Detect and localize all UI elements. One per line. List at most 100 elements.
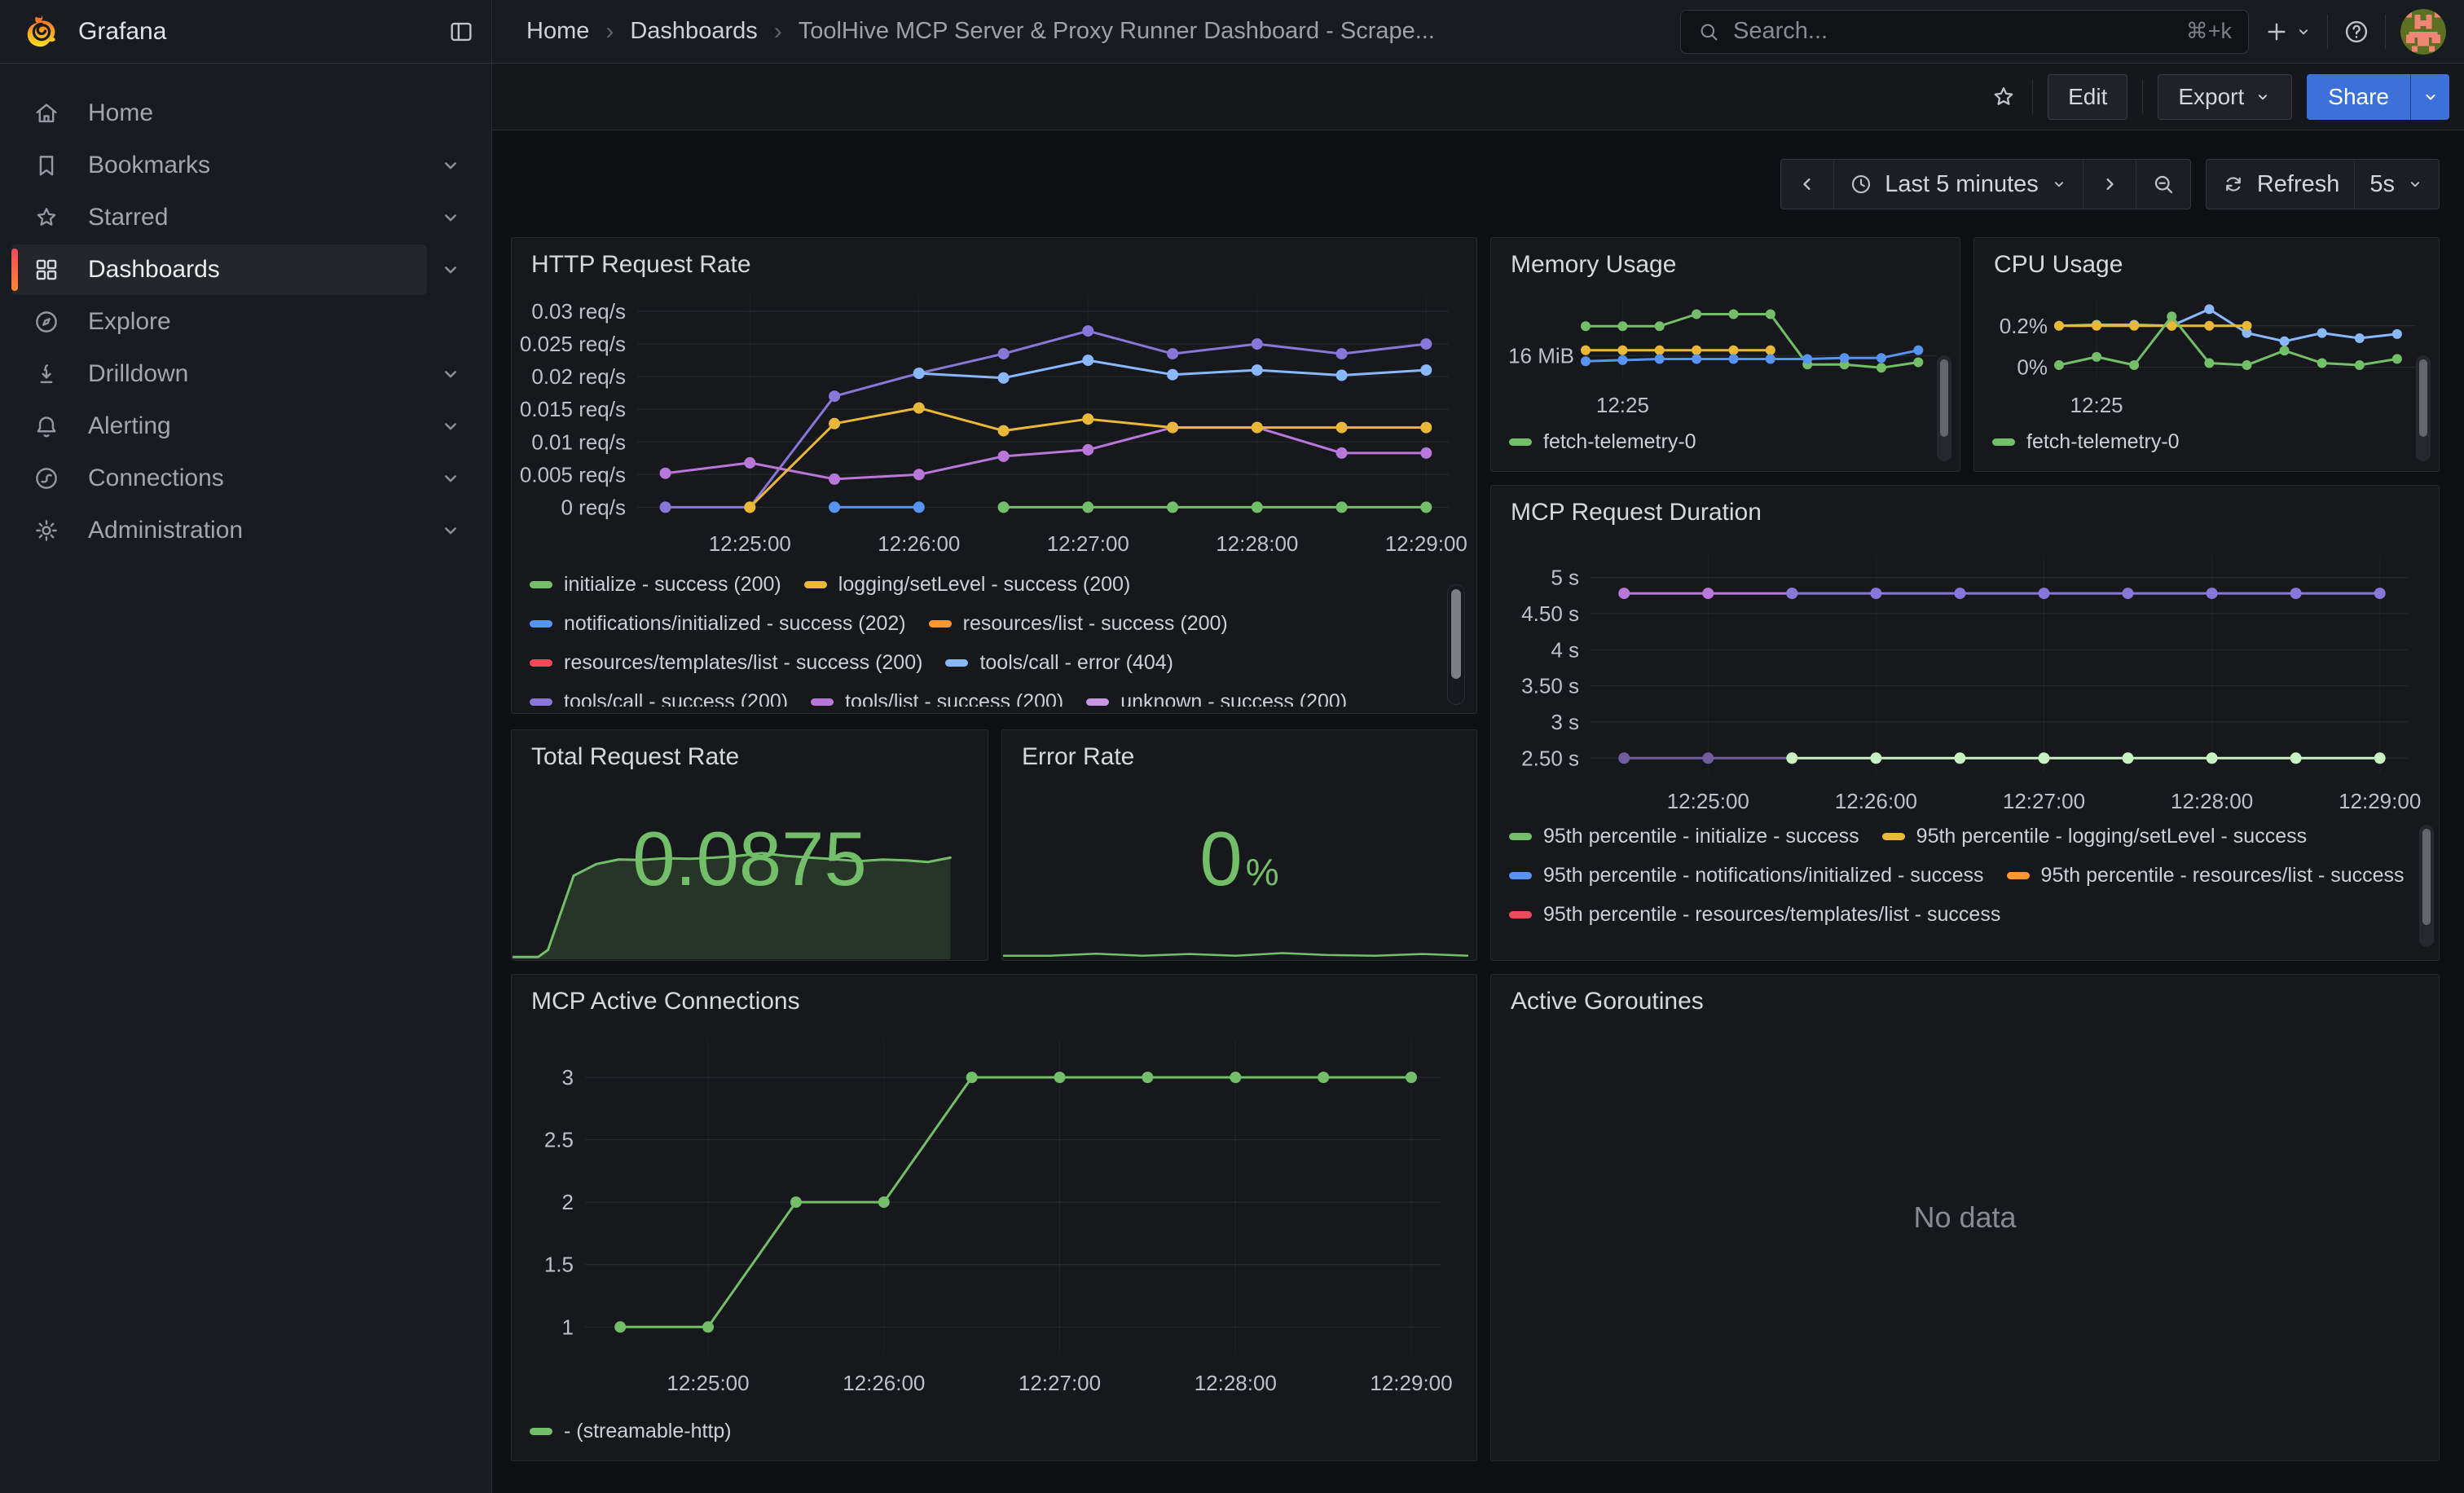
chevron-down-icon[interactable] [438,153,463,178]
legend-scrollbar[interactable] [2419,825,2434,947]
panel-title[interactable]: MCP Request Duration [1491,486,2439,526]
panel-title[interactable]: HTTP Request Rate [512,238,1476,279]
plus-icon [2264,19,2290,45]
sidebar-item-icon [33,99,60,127]
sidebar-item-administration[interactable]: Administration [11,505,427,556]
scrollbar-thumb[interactable] [2422,829,2431,925]
legend-label: 95th percentile - notifications/initiali… [1543,864,1984,887]
edit-button[interactable]: Edit [2048,74,2127,120]
chevron-down-icon[interactable] [438,414,463,438]
legend-scrollbar[interactable] [2416,355,2431,461]
scrollbar-thumb[interactable] [1451,589,1461,679]
legend-color-pill [2007,872,2030,879]
legend-color-pill [1509,833,1532,840]
svg-text:0.02 req/s: 0.02 req/s [531,364,626,389]
scrollbar-thumb[interactable] [2419,359,2427,437]
legend-color-pill [1509,911,1532,918]
legend-item[interactable]: resources/list - success (200) [929,612,1228,635]
panel-title[interactable]: MCP Active Connections [512,975,1476,1015]
panel-title[interactable]: Error Rate [1002,730,1476,771]
sidebar-item-dashboards[interactable]: Dashboards [11,244,427,295]
user-avatar[interactable] [2400,9,2446,55]
legend-label: tools/call - success (200) [564,690,788,707]
panel-active-goroutines: Active Goroutines No data [1490,974,2440,1461]
breadcrumb-dashboards[interactable]: Dashboards [630,18,757,45]
sidebar-toggle-button[interactable] [447,18,475,46]
sidebar-item-explore[interactable]: Explore [11,297,427,347]
legend-item[interactable]: resources/templates/list - success (200) [530,651,922,674]
chevron-down-icon[interactable] [438,362,463,386]
cpu-usage-chart[interactable]: 0.2%0%12:25 [1978,279,2435,417]
mcp-request-duration-chart[interactable]: 5 s4.50 s4 s3.50 s3 s2.50 s12:25:0012:26… [1494,531,2435,825]
legend-item[interactable]: 95th percentile - initialize - success [1509,825,1859,848]
time-back-button[interactable] [1781,160,1833,209]
legend-item[interactable]: 95th percentile - resources/templates/li… [1509,903,2000,926]
sidebar-item-starred[interactable]: Starred [11,192,427,243]
star-icon [1990,83,2017,111]
panel-title[interactable]: Memory Usage [1491,238,1960,279]
mcp-active-connections-chart[interactable]: 11.522.5312:25:0012:26:0012:27:0012:28:0… [515,1020,1473,1412]
help-button[interactable] [2343,18,2370,46]
chevron-down-icon [2254,88,2272,106]
time-forward-button[interactable] [2083,160,2136,209]
add-new-button[interactable] [2264,19,2312,45]
time-range-picker[interactable]: Last 5 minutes [1833,160,2083,209]
legend-item[interactable]: tools/call - success (200) [530,690,788,707]
legend-item[interactable]: tools/list - success (200) [811,690,1063,707]
sidebar-item-drilldown[interactable]: Drilldown [11,349,427,399]
legend-item[interactable]: fetch-telemetry-0 [1509,430,1696,453]
legend-item[interactable]: 95th percentile - notifications/initiali… [1509,864,1984,887]
time-controls: Last 5 minutes Refresh 5s [1780,159,2440,209]
panel-title[interactable]: CPU Usage [1974,238,2439,279]
legend-label: fetch-telemetry-0 [1543,430,1696,454]
http-request-rate-chart[interactable]: 0 req/s0.005 req/s0.01 req/s0.015 req/s0… [515,284,1473,569]
sidebar-item-alerting[interactable]: Alerting [11,401,427,451]
sidebar-item-label: Connections [88,465,224,492]
sidebar-item-bookmarks[interactable]: Bookmarks [11,140,427,191]
svg-text:12:28:00: 12:28:00 [1216,531,1298,556]
chevron-down-icon[interactable] [438,466,463,491]
legend-color-pill [804,581,827,588]
legend-color-pill [811,698,834,706]
sidebar-item-home[interactable]: Home [11,88,427,139]
legend-item[interactable]: fetch-telemetry-0 [1992,430,2180,453]
panel-title[interactable]: Total Request Rate [512,730,988,771]
legend-item[interactable]: 95th percentile - resources/list - succe… [2007,864,2405,887]
legend-item[interactable]: notifications/initialized - success (202… [530,612,906,635]
chevron-down-icon[interactable] [438,205,463,230]
legend-item[interactable]: unknown - success (200) [1086,690,1347,707]
sidebar-item-connections[interactable]: Connections [11,453,427,504]
export-button[interactable]: Export [2158,74,2292,120]
stat-unit: % [1246,851,1279,893]
memory-usage-chart[interactable]: 16 MiB12:25 [1494,279,1956,417]
legend-item[interactable]: logging/setLevel - success (200) [804,573,1131,596]
chevron-down-icon[interactable] [438,518,463,543]
svg-text:12:28:00: 12:28:00 [2171,789,2253,813]
sidebar-item-label: Explore [88,308,171,336]
legend-scrollbar[interactable] [1447,584,1465,705]
favorite-button[interactable] [1990,83,2017,111]
scrollbar-thumb[interactable] [1940,359,1948,437]
legend-color-pill [1509,438,1532,446]
stat-value: 0.0875 [512,815,988,903]
legend-item[interactable]: - (streamable-http) [530,1420,732,1442]
legend-item[interactable]: tools/call - error (404) [945,651,1173,674]
grafana-logo[interactable] [23,13,60,51]
zoom-out-button[interactable] [2136,160,2190,209]
chevron-down-icon[interactable] [438,258,463,282]
legend-item[interactable]: initialize - success (200) [530,573,781,596]
legend-label: 95th percentile - resources/list - succe… [2041,864,2405,887]
error-rate-sparkline[interactable] [1003,938,1468,959]
legend-item[interactable]: 95th percentile - logging/setLevel - suc… [1882,825,2307,848]
breadcrumb-home[interactable]: Home [526,18,589,45]
top-navigation-bar: Grafana Home › Dashboards › ToolHive MCP… [0,0,2464,64]
share-dropdown-button[interactable] [2410,74,2449,120]
duration-legend: 95th percentile - initialize - success 95… [1509,825,2406,955]
refresh-button[interactable]: Refresh [2207,160,2355,209]
search-input[interactable]: Search... ⌘+k [1680,10,2249,54]
refresh-interval-picker[interactable]: 5s [2354,160,2439,209]
legend-color-pill [929,620,952,628]
legend-scrollbar[interactable] [1937,355,1951,461]
share-button[interactable]: Share [2307,74,2410,120]
sidebar-item-label: Administration [88,517,243,544]
